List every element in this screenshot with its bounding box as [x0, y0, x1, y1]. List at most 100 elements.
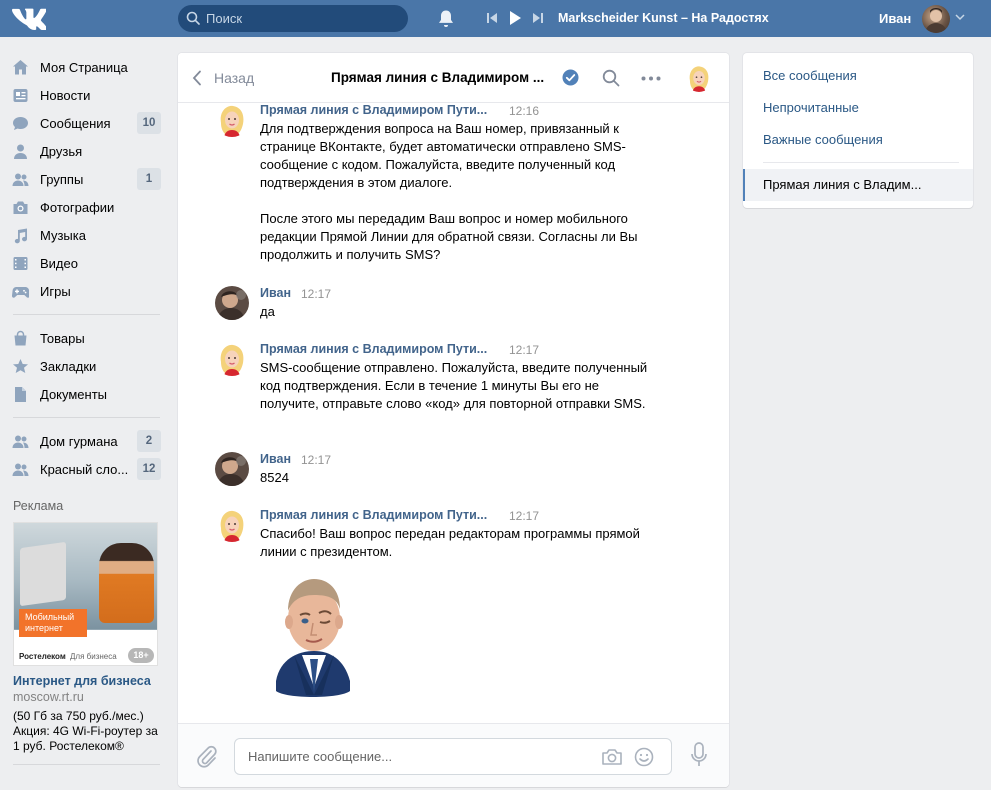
menu-item-4[interactable]: Группы 1 — [0, 165, 170, 193]
back-button[interactable]: Назад — [214, 70, 254, 86]
menu-item-label: Фотографии — [40, 200, 115, 215]
bell-icon[interactable] — [437, 9, 455, 28]
message-time[interactable]: 12:16 — [509, 104, 539, 118]
now-playing-track[interactable]: Markscheider Kunst – На Радостях — [558, 11, 769, 25]
menu-item-count: 10 — [137, 112, 161, 134]
menu-item-12[interactable]: Дом гурмана 2 — [0, 427, 170, 455]
menu-item-2[interactable]: Сообщения 10 — [0, 109, 170, 137]
sender-name[interactable]: Прямая линия с Владимиром Пути... — [260, 342, 487, 356]
menu-item-9[interactable]: Товары — [0, 324, 170, 352]
friends-icon — [14, 144, 27, 159]
person-image — [99, 543, 154, 623]
emoji-icon[interactable] — [634, 747, 654, 767]
message-time[interactable]: 12:17 — [301, 287, 331, 301]
sender-name[interactable]: Иван — [260, 452, 291, 466]
chat-title[interactable]: Прямая линия с Владимиром ... — [331, 70, 544, 85]
sender-name[interactable]: Прямая линия с Владимиром Пути... — [260, 508, 487, 522]
top-bar: Поиск Markscheider Kunst – На Радостях И… — [0, 0, 991, 37]
camera-icon[interactable] — [601, 748, 623, 766]
menu-item-label: Группы — [40, 172, 84, 187]
sticker[interactable] — [266, 569, 361, 704]
menu-item-label: Музыка — [40, 228, 86, 243]
menu-item-label: Закладки — [40, 359, 97, 374]
video-icon — [13, 257, 28, 270]
menu-item-11[interactable]: Документы — [0, 380, 170, 408]
message-input-placeholder: Напишите сообщение... — [248, 749, 393, 764]
ad-badge: Мобильный интернет — [19, 609, 87, 637]
filter-important[interactable]: Важные сообщения — [763, 132, 883, 147]
menu-item-label: Моя Страница — [40, 60, 128, 75]
username[interactable]: Иван — [879, 11, 911, 26]
gamepad-icon — [12, 287, 29, 298]
laptop-image — [20, 541, 66, 607]
camera-icon — [13, 201, 28, 214]
sender-avatar[interactable] — [215, 286, 249, 320]
filter-all-messages[interactable]: Все сообщения — [763, 68, 857, 83]
next-track-icon[interactable] — [532, 11, 544, 25]
panel-divider — [763, 162, 959, 163]
back-arrow-icon[interactable] — [192, 70, 202, 86]
chevron-down-icon[interactable] — [955, 13, 965, 21]
ad-url[interactable]: moscow.rt.ru — [13, 690, 84, 704]
left-menu: Моя Страница Новости Сообщения 10 Друзья Груп… — [0, 53, 170, 483]
microphone-icon[interactable] — [690, 742, 708, 768]
menu-item-13[interactable]: Красный сло... 12 — [0, 455, 170, 483]
search-bar[interactable]: Поиск — [178, 5, 408, 32]
news-icon — [13, 89, 28, 102]
play-icon[interactable] — [508, 9, 522, 27]
previous-track-icon[interactable] — [486, 11, 498, 25]
menu-item-10[interactable]: Закладки — [0, 352, 170, 380]
user-avatar[interactable] — [922, 5, 950, 33]
sender-name[interactable]: Иван — [260, 286, 291, 300]
menu-item-count: 2 — [137, 430, 161, 452]
menu-item-label: Видео — [40, 256, 78, 271]
message-input[interactable]: Напишите сообщение... — [234, 738, 672, 775]
search-placeholder: Поиск — [206, 11, 243, 26]
more-icon[interactable] — [641, 76, 661, 81]
star-icon — [13, 359, 28, 373]
groups-icon — [12, 173, 29, 186]
message-time[interactable]: 12:17 — [301, 453, 331, 467]
chat-header: Назад Прямая линия с Владимиром ... — [178, 53, 729, 103]
ad-description: (50 Гб за 750 руб./мес.) Акция: 4G Wi-Fi… — [13, 709, 158, 753]
menu-item-8[interactable]: Игры — [0, 277, 170, 305]
menu-item-label: Дом гурмана — [40, 434, 118, 449]
chat-avatar[interactable] — [685, 64, 713, 92]
verified-icon — [562, 69, 579, 86]
message-time[interactable]: 12:17 — [509, 343, 539, 357]
sender-avatar[interactable] — [215, 508, 249, 542]
menu-item-label: Красный сло... — [40, 462, 129, 477]
menu-item-6[interactable]: Музыка — [0, 221, 170, 249]
active-conversation-item[interactable]: Прямая линия с Владим... — [743, 169, 973, 201]
menu-item-0[interactable]: Моя Страница — [0, 53, 170, 81]
message-composer: Напишите сообщение... — [178, 723, 729, 787]
home-icon — [13, 60, 28, 75]
search-icon — [186, 11, 200, 25]
ad-headline[interactable]: Интернет для бизнеса — [13, 674, 151, 688]
attach-icon[interactable] — [196, 745, 218, 769]
sender-avatar[interactable] — [215, 452, 249, 486]
sender-avatar[interactable] — [215, 103, 249, 137]
bag-icon — [14, 330, 27, 346]
menu-item-label: Игры — [40, 284, 71, 299]
ad-brand-sub: Для бизнеса — [70, 652, 117, 661]
vk-logo-icon[interactable] — [12, 7, 46, 31]
menu-item-label: Друзья — [40, 144, 83, 159]
menu-item-5[interactable]: Фотографии — [0, 193, 170, 221]
filter-unread[interactable]: Непрочитанные — [763, 100, 859, 115]
message-text: Спасибо! Ваш вопрос передан редакторам п… — [260, 526, 644, 559]
document-icon — [15, 387, 26, 402]
menu-item-label: Документы — [40, 387, 108, 402]
sender-name[interactable]: Прямая линия с Владимиром Пути... — [260, 103, 487, 117]
music-icon — [14, 228, 28, 244]
menu-item-7[interactable]: Видео — [0, 249, 170, 277]
menu-item-1[interactable]: Новости — [0, 81, 170, 109]
messages-icon — [13, 117, 28, 130]
message-time[interactable]: 12:17 — [509, 509, 539, 523]
ad-brand: Ростелеком — [19, 652, 66, 661]
menu-item-3[interactable]: Друзья — [0, 137, 170, 165]
ad-banner[interactable]: Мобильный интернет Ростелеком Для бизнес… — [13, 522, 158, 666]
search-icon[interactable] — [602, 69, 620, 87]
sender-avatar[interactable] — [215, 342, 249, 376]
menu-divider — [13, 417, 160, 418]
